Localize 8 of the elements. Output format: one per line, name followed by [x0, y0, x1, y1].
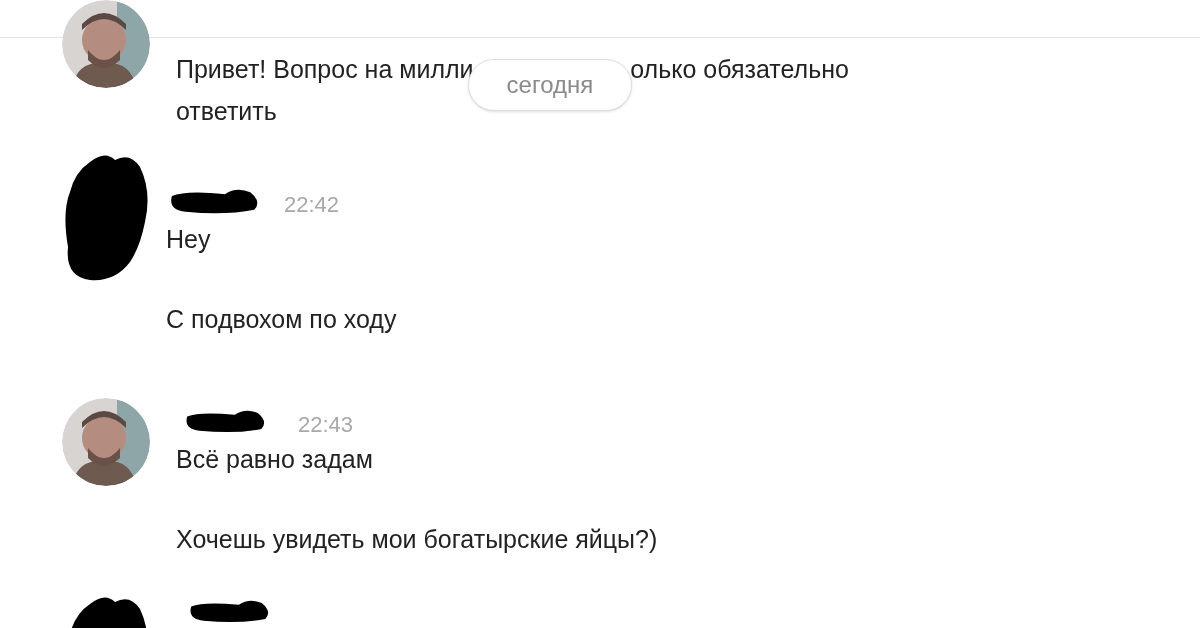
message-text: Хочешь увидеть мои богатырские яйцы?)	[176, 524, 658, 555]
message-text: олько обязательно	[630, 54, 849, 85]
message-text: ответить	[176, 96, 278, 127]
message-text: С подвохом по ходу	[166, 304, 397, 335]
message-text: Всё равно задам	[176, 444, 374, 475]
message-time: 22:42	[284, 194, 340, 216]
message-time: 22:43	[298, 414, 354, 436]
message-text: Hey	[166, 224, 212, 255]
